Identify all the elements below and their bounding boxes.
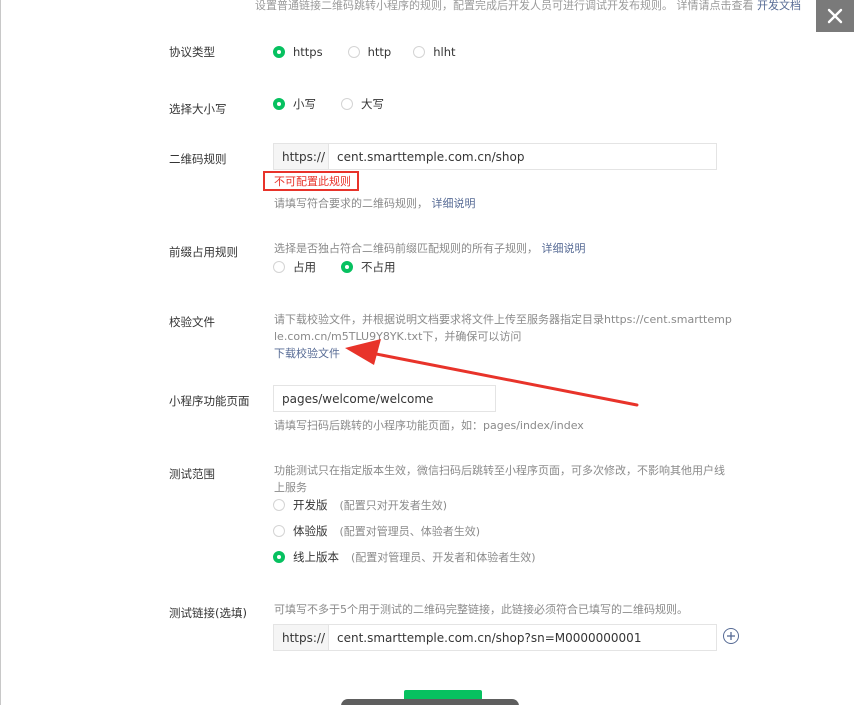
scope-dev-note: (配置只对开发者生效) bbox=[339, 499, 448, 512]
background-page-edge bbox=[848, 0, 854, 705]
scope-release-note: (配置对管理员、开发者和体验者生效) bbox=[351, 551, 536, 564]
case-options: 小写 大写 bbox=[273, 96, 384, 112]
protocol-label: 协议类型 bbox=[169, 45, 215, 59]
verify-file-text-line1: 请下载校验文件，并根据说明文档要求将文件上传至服务器指定目录https://ce… bbox=[274, 313, 732, 326]
qr-rule-input-group: https:// bbox=[273, 143, 717, 170]
scope-dev-option: 开发版 (配置只对开发者生效) bbox=[273, 497, 447, 513]
scope-release-option: 线上版本 (配置对管理员、开发者和体验者生效) bbox=[273, 549, 536, 565]
prefix-rule-detail-link[interactable]: 详细说明 bbox=[542, 242, 586, 255]
plus-icon bbox=[727, 632, 735, 640]
qr-rule-hint-text: 请填写符合要求的二维码规则， bbox=[274, 197, 428, 210]
case-label: 选择大小写 bbox=[169, 102, 227, 116]
add-test-link-button[interactable] bbox=[723, 628, 739, 644]
page-path-hint: 请填写扫码后跳转的小程序功能页面，如：pages/index/index bbox=[274, 419, 584, 432]
scope-trial-option: 体验版 (配置对管理员、体验者生效) bbox=[273, 523, 480, 539]
test-link-hint: 可填写不多于5个用于测试的二维码完整链接，此链接必须符合已填写的二维码规则。 bbox=[274, 603, 688, 616]
test-scope-label: 测试范围 bbox=[169, 467, 215, 481]
horizontal-scrollbar-thumb[interactable] bbox=[341, 699, 519, 705]
case-lower-label: 小写 bbox=[293, 97, 316, 111]
qr-rule-input[interactable] bbox=[329, 144, 716, 169]
protocol-http-radio[interactable] bbox=[347, 46, 360, 58]
prefix-rule-options: 占用 不占用 bbox=[273, 259, 396, 275]
scope-dev-radio[interactable] bbox=[273, 499, 285, 511]
page-path-input[interactable] bbox=[273, 385, 496, 412]
page-path-label: 小程序功能页面 bbox=[169, 394, 250, 408]
prefix-occupy-label: 占用 bbox=[293, 260, 316, 274]
scope-release-radio[interactable] bbox=[273, 551, 285, 563]
prefix-not-occupy-radio[interactable] bbox=[341, 261, 353, 273]
qr-rule-hint: 请填写符合要求的二维码规则， 详细说明 bbox=[274, 195, 476, 211]
prefix-rule-hint: 选择是否独占符合二维码前缀匹配规则的所有子规则， 详细说明 bbox=[274, 240, 586, 256]
intro-description: 设置普通链接二维码跳转小程序的规则，配置完成后开发人员可进行调试开发布规则。 详… bbox=[255, 0, 754, 12]
qr-rule-detail-link[interactable]: 详细说明 bbox=[432, 197, 476, 210]
case-upper-label: 大写 bbox=[361, 97, 384, 111]
scope-release-label: 线上版本 bbox=[293, 550, 339, 564]
protocol-options: https http hlht bbox=[273, 45, 456, 59]
qr-rule-prefix: https:// bbox=[274, 144, 329, 169]
test-link-prefix: https:// bbox=[274, 625, 329, 650]
test-scope-hint-line1: 功能测试只在指定版本生效，微信扫码后跳转至小程序页面，可多次修改，不影响其他用户… bbox=[274, 464, 725, 477]
test-link-input-group: https:// bbox=[273, 624, 717, 651]
scope-trial-radio[interactable] bbox=[273, 525, 285, 537]
prefix-not-occupy-label: 不占用 bbox=[361, 260, 396, 274]
scope-trial-label: 体验版 bbox=[293, 524, 328, 538]
protocol-hlht-radio[interactable] bbox=[413, 46, 426, 58]
protocol-https-label: https bbox=[293, 45, 323, 59]
intro-text: 设置普通链接二维码跳转小程序的规则，配置完成后开发人员可进行调试开发布规则。 详… bbox=[255, 0, 801, 13]
close-icon bbox=[827, 8, 843, 24]
protocol-https-radio[interactable] bbox=[273, 46, 285, 58]
prefix-occupy-radio[interactable] bbox=[273, 261, 285, 273]
protocol-http-label: http bbox=[367, 45, 392, 59]
verify-file-label: 校验文件 bbox=[169, 315, 215, 329]
protocol-hlht-label: hlht bbox=[433, 45, 456, 59]
case-lower-radio[interactable] bbox=[273, 98, 285, 110]
dev-docs-link[interactable]: 开发文档 bbox=[757, 0, 801, 12]
qr-rule-error: 不可配置此规则 bbox=[263, 171, 359, 191]
scope-dev-label: 开发版 bbox=[293, 498, 328, 512]
scope-trial-note: (配置对管理员、体验者生效) bbox=[339, 525, 481, 538]
prefix-rule-hint-text: 选择是否独占符合二维码前缀匹配规则的所有子规则， bbox=[274, 242, 538, 255]
close-dialog-button[interactable] bbox=[816, 0, 854, 32]
test-link-label: 测试链接(选填) bbox=[169, 606, 247, 620]
test-scope-hint-line2: 上服务 bbox=[274, 481, 307, 494]
case-upper-radio[interactable] bbox=[341, 98, 353, 110]
prefix-rule-label: 前缀占用规则 bbox=[169, 245, 238, 259]
qr-rule-dialog: 设置普通链接二维码跳转小程序的规则，配置完成后开发人员可进行调试开发布规则。 详… bbox=[0, 0, 848, 705]
qr-rule-label: 二维码规则 bbox=[169, 152, 227, 166]
test-link-input[interactable] bbox=[329, 625, 716, 650]
